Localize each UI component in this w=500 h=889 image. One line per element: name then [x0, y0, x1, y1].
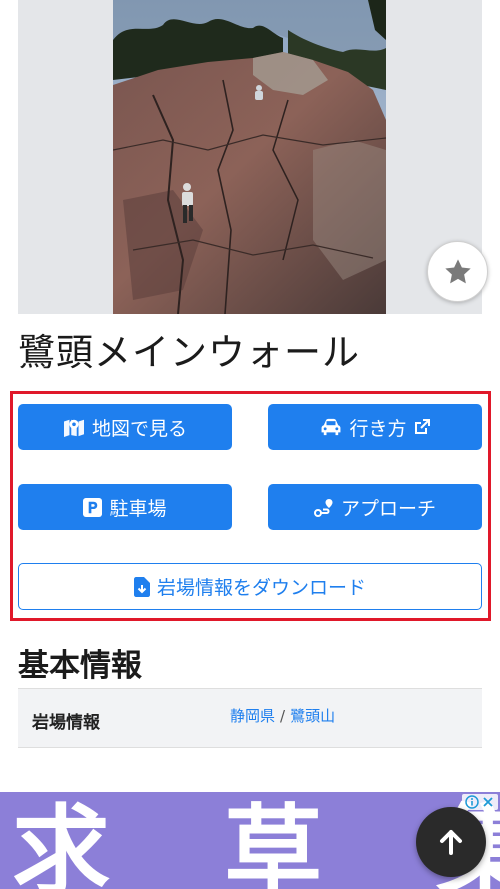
parking-button-label: 駐車場	[109, 497, 167, 520]
car-icon	[322, 418, 341, 436]
approach-button-label: アプローチ	[340, 497, 436, 520]
directions-button[interactable]: 行き方	[268, 404, 482, 450]
download-info-button[interactable]: 岩場情報をダウンロード	[18, 563, 482, 610]
climbing-wall-photo[interactable]	[113, 0, 386, 314]
info-label: 岩場情報	[32, 713, 100, 733]
parking-button[interactable]: 駐車場	[18, 484, 232, 530]
file-download-icon	[133, 576, 150, 597]
photo-area	[18, 0, 488, 314]
info-icon[interactable]	[465, 795, 479, 809]
map-button[interactable]: 地図で見る	[18, 404, 232, 450]
route-icon	[313, 499, 333, 517]
mountain-link[interactable]: 鷺頭山	[290, 707, 335, 725]
arrow-up-icon	[440, 830, 462, 855]
external-link-icon	[414, 419, 430, 434]
ad-choices[interactable]	[462, 794, 498, 810]
star-icon	[444, 258, 471, 283]
download-button-label: 岩場情報をダウンロード	[156, 577, 366, 599]
basic-info-heading: 基本情報	[18, 648, 142, 684]
basic-info-table: 岩場情報 静岡県 / 鷺頭山	[18, 688, 482, 748]
close-icon[interactable]	[481, 795, 495, 809]
parking-icon	[83, 497, 103, 517]
info-value: 静岡県 / 鷺頭山	[230, 705, 335, 726]
favorite-button[interactable]	[427, 241, 488, 302]
directions-button-label: 行き方	[349, 417, 407, 440]
prefecture-link[interactable]: 静岡県	[230, 707, 275, 725]
map-button-label: 地図で見る	[91, 417, 187, 440]
scroll-to-top-button[interactable]	[416, 807, 486, 877]
map-marker-icon	[63, 419, 84, 437]
breadcrumb-separator: /	[280, 707, 286, 725]
approach-button[interactable]: アプローチ	[268, 484, 482, 530]
page-title: 鷺頭メインウォール	[18, 331, 360, 374]
